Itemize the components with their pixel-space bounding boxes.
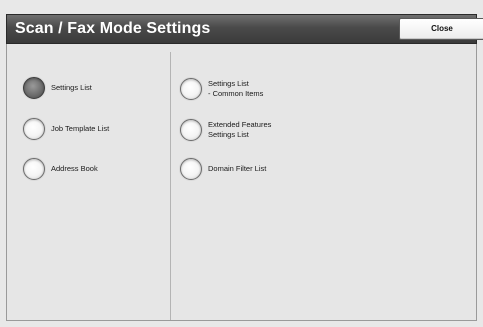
option-job-template-list[interactable]: Job Template List <box>23 118 109 140</box>
radio-button-icon <box>23 118 45 140</box>
option-extended-features-settings-list[interactable]: Extended Features Settings List <box>180 119 271 141</box>
option-address-book[interactable]: Address Book <box>23 158 98 180</box>
option-label: Settings List <box>51 83 92 92</box>
title-bar: Scan / Fax Mode Settings Close <box>6 14 483 44</box>
option-label: Domain Filter List <box>208 164 267 173</box>
option-label: Settings List - Common Items <box>208 79 264 98</box>
radio-button-icon <box>180 78 202 100</box>
option-settings-list[interactable]: Settings List <box>23 77 92 99</box>
option-label: Job Template List <box>51 124 110 133</box>
radio-button-icon <box>23 77 45 99</box>
screen: Scan / Fax Mode Settings Close Settings … <box>0 0 483 327</box>
option-label: Address Book <box>51 164 98 173</box>
radio-button-icon <box>180 158 202 180</box>
column-divider <box>170 52 171 320</box>
close-button[interactable]: Close <box>399 18 483 40</box>
radio-button-icon <box>180 119 202 141</box>
radio-button-icon <box>23 158 45 180</box>
option-label: Extended Features Settings List <box>208 120 272 139</box>
page-title: Scan / Fax Mode Settings <box>15 20 211 37</box>
option-domain-filter-list[interactable]: Domain Filter List <box>180 158 266 180</box>
option-settings-list-common-items[interactable]: Settings List - Common Items <box>180 78 263 100</box>
